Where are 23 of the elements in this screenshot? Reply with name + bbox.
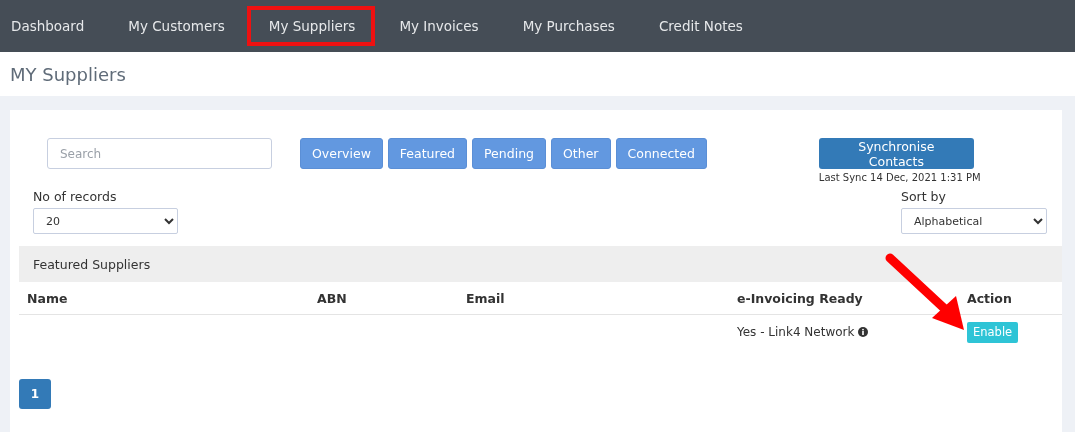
records-select[interactable]: 20 [33,208,178,234]
info-icon [858,327,869,337]
column-header: Email [466,290,506,306]
nav-link[interactable]: Credit Notes [636,6,763,46]
nav-link[interactable]: My Invoices [377,6,499,46]
nav-link[interactable]: My Suppliers [246,6,376,46]
column-header: Name [27,290,69,306]
sort-select[interactable]: Alphabetical [901,208,1047,234]
sort-label: Sort by [901,189,947,204]
column-header: ABN [317,290,348,306]
table-cell: Yes - Link4 Network [737,325,967,339]
section-title: Featured Suppliers [33,256,151,272]
page-button[interactable]: 1 [19,379,51,409]
last-sync-text: Last Sync 14 Dec, 2021 1:31 PM [818,172,981,183]
records-label: No of records [33,189,118,204]
nav-link[interactable]: My Purchases [500,6,635,46]
page-title: MY Suppliers [10,63,126,85]
column-header: e-Invoicing Ready [737,290,864,306]
column-header: Action [967,290,1013,306]
synchronise-button[interactable]: Synchronise Contacts [818,138,974,169]
search-field[interactable]: Search [47,138,272,169]
nav-link[interactable]: My Customers [106,6,245,46]
nav-link[interactable]: Dashboard [0,6,105,46]
